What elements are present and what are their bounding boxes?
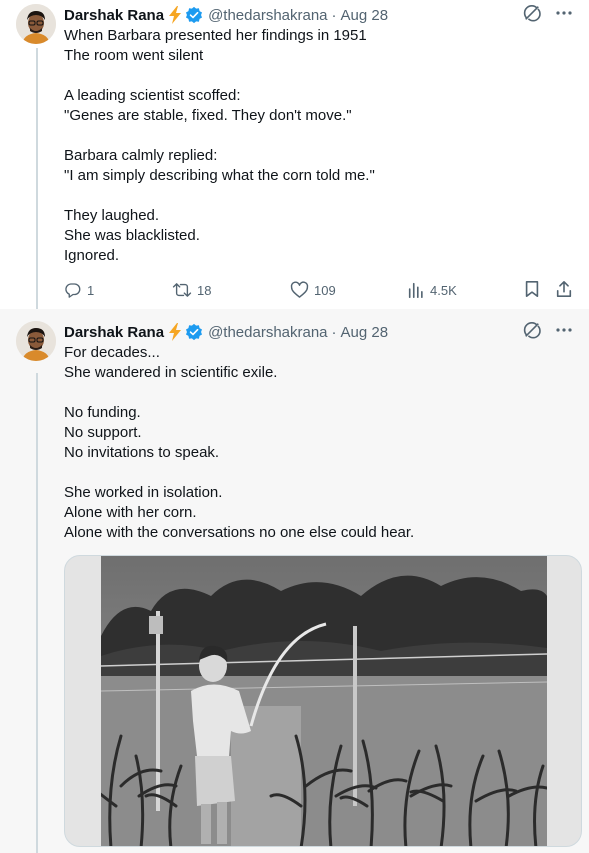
repost-button[interactable]: 18 [172,281,290,299]
views-button[interactable]: 4.5K [407,281,522,299]
more-icon[interactable] [555,4,573,26]
author-handle[interactable]: @thedarshakrana [208,7,327,24]
like-button[interactable]: 109 [290,281,407,299]
author-name[interactable]: Darshak Rana [64,7,164,24]
share-icon[interactable] [555,280,573,301]
lightning-bolt-icon [167,323,183,341]
verified-badge-icon[interactable] [185,323,203,341]
repost-count: 18 [197,282,212,298]
separator-dot: · [331,6,337,24]
separator-dot: · [331,323,337,341]
post-date[interactable]: Aug 28 [341,324,389,341]
photo-woman-in-cornfield [101,556,547,846]
post-date[interactable]: Aug 28 [341,7,389,24]
like-count: 109 [314,282,336,298]
tweet-1[interactable]: Darshak Rana @thedarshakrana · Aug 28 Wh… [0,0,589,309]
tweet-2[interactable]: Darshak Rana @thedarshakrana · Aug 28 Fo… [0,309,589,853]
reply-icon [64,281,82,299]
reply-button[interactable]: 1 [64,281,172,299]
action-bar: 1 18 109 4.5K [64,280,573,300]
author-name[interactable]: Darshak Rana [64,324,164,341]
verified-badge-icon[interactable] [185,6,203,24]
tweet-media[interactable] [64,555,582,847]
lightning-bolt-icon [167,6,183,24]
tweet-text: When Barbara presented her findings in 1… [64,27,375,264]
author-handle[interactable]: @thedarshakrana [208,324,327,341]
tweet-text: For decades... She wandered in scientifi… [64,344,415,541]
views-count: 4.5K [430,282,457,298]
bookmark-icon[interactable] [523,280,541,301]
like-icon [290,281,309,299]
grok-icon[interactable] [523,321,541,343]
avatar[interactable] [16,4,56,44]
more-icon[interactable] [555,321,573,343]
thread-line [36,373,38,853]
avatar[interactable] [16,321,56,361]
thread-line [36,48,38,309]
reply-count: 1 [87,282,95,298]
grok-icon[interactable] [523,4,541,26]
repost-icon [172,281,192,299]
views-icon [407,281,425,299]
